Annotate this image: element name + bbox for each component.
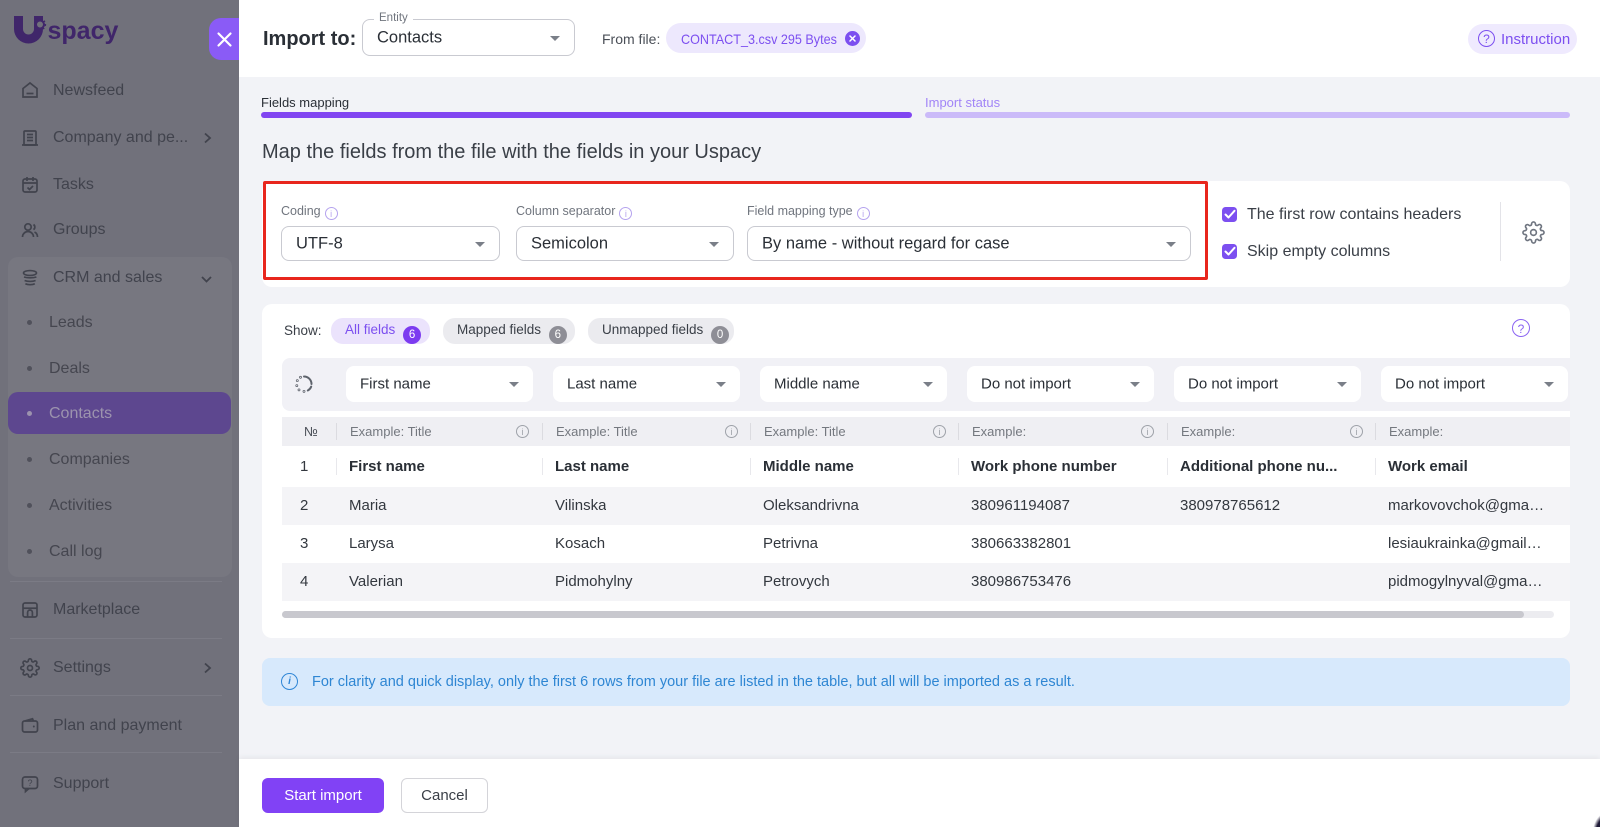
svg-text:?: ? bbox=[27, 778, 32, 788]
svg-text:spacy: spacy bbox=[48, 17, 119, 45]
